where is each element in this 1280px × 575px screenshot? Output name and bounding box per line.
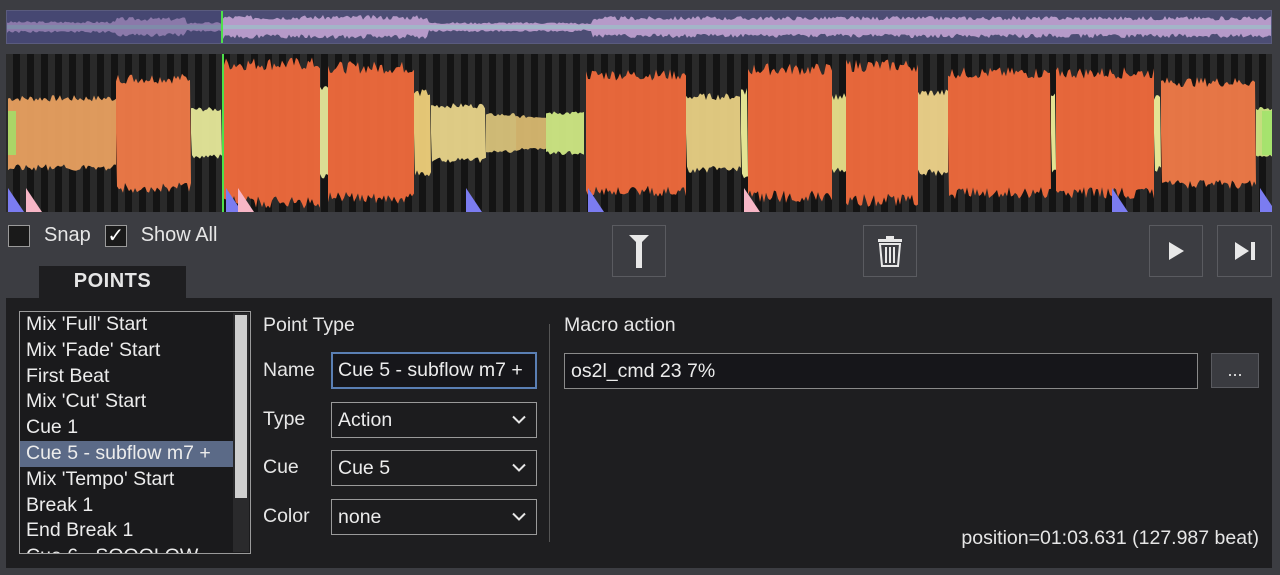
point-type-heading: Point Type — [263, 314, 355, 336]
list-item[interactable]: Mix 'Fade' Start — [20, 338, 234, 364]
color-label: Color — [263, 505, 310, 527]
name-input-value: Cue 5 - subflow m7 + — [338, 359, 523, 381]
position-readout: position=01:03.631 (127.987 beat) — [961, 527, 1259, 549]
tab-points[interactable]: POINTS — [39, 266, 186, 300]
marker-icon — [629, 235, 649, 268]
next-point-button[interactable] — [1217, 225, 1272, 277]
snap-label: Snap — [44, 224, 91, 246]
section-divider — [549, 324, 550, 542]
chevron-down-icon — [512, 463, 526, 472]
snap-checkbox[interactable] — [8, 224, 30, 247]
cue-label: Cue — [263, 456, 299, 478]
chevron-down-icon — [512, 512, 526, 521]
list-item[interactable]: Cue 6 - SOOOLOW — [20, 544, 234, 553]
list-item[interactable]: Mix 'Cut' Start — [20, 389, 234, 415]
cue-select-value: Cue 5 — [338, 456, 391, 479]
cue-select[interactable]: Cue 5 — [331, 450, 537, 486]
waveform-options: Snap ✓ Show All — [8, 224, 231, 247]
play-icon — [1169, 242, 1184, 260]
show-all-checkbox[interactable]: ✓ — [104, 224, 127, 247]
points-list-scroll-thumb[interactable] — [235, 315, 247, 498]
show-all-label: Show All — [140, 224, 218, 246]
delete-point-button[interactable] — [863, 225, 917, 277]
trash-icon — [878, 236, 902, 267]
macro-action-input[interactable]: os2l_cmd 23 7% — [564, 353, 1198, 389]
color-select[interactable]: none — [331, 499, 537, 535]
chevron-down-icon — [512, 415, 526, 424]
name-label: Name — [263, 359, 316, 381]
list-item[interactable]: Cue 1 — [20, 415, 234, 441]
points-list[interactable]: Mix 'Full' Start Mix 'Fade' Start First Be… — [19, 311, 251, 554]
main-waveform[interactable] — [6, 54, 1272, 212]
play-button[interactable] — [1149, 225, 1203, 277]
name-input[interactable]: Cue 5 - subflow m7 + — [331, 352, 537, 389]
list-item[interactable]: Mix 'Full' Start — [20, 312, 234, 338]
list-item[interactable]: Cue 5 - subflow m7 + — [20, 440, 234, 467]
list-item[interactable]: Mix 'Tempo' Start — [20, 467, 234, 493]
list-item[interactable]: Break 1 — [20, 493, 234, 519]
skip-next-icon — [1234, 242, 1255, 260]
list-item[interactable]: First Beat — [20, 364, 234, 390]
macro-action-value: os2l_cmd 23 7% — [571, 359, 716, 382]
type-label: Type — [263, 408, 306, 430]
macro-browse-button[interactable]: ... — [1211, 353, 1259, 388]
type-select[interactable]: Action — [331, 402, 537, 438]
list-item[interactable]: End Break 1 — [20, 518, 234, 544]
type-select-value: Action — [338, 408, 393, 431]
overview-waveform[interactable] — [6, 10, 1272, 44]
points-list-scrollbar[interactable] — [233, 313, 249, 552]
macro-action-heading: Macro action — [564, 314, 676, 336]
add-marker-button[interactable] — [612, 225, 666, 277]
color-select-value: none — [338, 505, 382, 528]
